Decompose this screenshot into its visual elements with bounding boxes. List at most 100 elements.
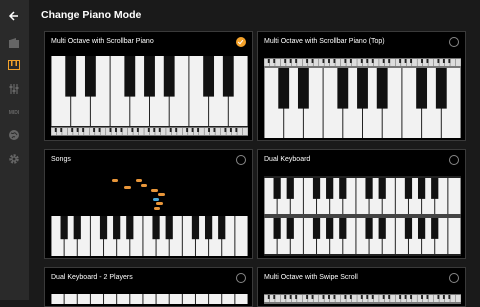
black-key (165, 216, 173, 240)
black-key (203, 56, 215, 97)
scrollbar-key (455, 59, 461, 66)
mode-label: Dual Keyboard - 2 Players (51, 274, 133, 281)
black-key (365, 218, 373, 239)
falling-notes (112, 179, 165, 210)
scrollbar-key (313, 295, 319, 302)
mode-label: Multi Octave with Scrollbar Piano (Top) (264, 38, 385, 45)
white-key (209, 294, 222, 304)
white-key (182, 294, 195, 304)
sliders-icon[interactable] (7, 82, 21, 96)
white-key (77, 294, 90, 304)
black-key (378, 218, 386, 239)
black-key (376, 68, 388, 109)
black-key (144, 56, 155, 97)
scrollbar-key (455, 295, 461, 302)
black-key (286, 218, 294, 239)
black-key (404, 178, 413, 199)
white-key (448, 218, 461, 254)
black-key (60, 216, 68, 240)
scrollbar-key (215, 128, 221, 135)
scrollbar-key (100, 128, 106, 135)
record-icon[interactable] (7, 36, 21, 50)
mode-label: Dual Keyboard (264, 156, 311, 163)
black-key (297, 68, 309, 109)
note (153, 198, 159, 201)
black-key (435, 68, 447, 109)
scrollbar-key (390, 295, 396, 302)
black-key (99, 216, 108, 240)
white-key (156, 294, 169, 304)
black-key (218, 216, 226, 240)
scrollbar-key (373, 295, 379, 302)
mode-card-dual-keyboard-2-players[interactable]: Dual Keyboard - 2 Players (44, 267, 253, 307)
note (141, 184, 147, 187)
piano-preview (264, 176, 461, 256)
scrollbar-key (242, 128, 248, 135)
scrollbar-key (84, 128, 89, 135)
black-key (126, 216, 134, 240)
scrollbar-key (122, 128, 128, 135)
globe-icon[interactable] (7, 128, 21, 142)
scrollbar-key (335, 59, 341, 66)
black-key (163, 56, 175, 97)
mode-radio[interactable] (236, 155, 246, 165)
black-key (278, 68, 290, 109)
black-key (312, 218, 321, 239)
white-key (222, 294, 235, 304)
mode-radio[interactable] (449, 155, 459, 165)
black-key (431, 218, 439, 239)
black-key (204, 216, 213, 240)
white-key (143, 294, 156, 304)
mode-card-multi-octave-scrollbar-top[interactable]: Multi Octave with Scrollbar Piano (Top) (257, 31, 466, 141)
note (151, 189, 158, 192)
mode-card-multi-octave-scrollbar[interactable]: Multi Octave with Scrollbar Piano (44, 31, 253, 141)
mode-card-songs[interactable]: Songs (44, 149, 253, 259)
black-key (326, 218, 334, 239)
note (154, 207, 160, 210)
black-key (339, 218, 347, 239)
songs-preview (51, 179, 248, 256)
white-key (169, 294, 182, 304)
black-key (404, 218, 413, 239)
mode-radio[interactable] (236, 273, 246, 283)
mode-label: Songs (51, 156, 71, 163)
scrollbar-key (390, 59, 396, 66)
scrollbar-key (412, 295, 417, 302)
scrollbar-key (297, 295, 302, 302)
white-key (448, 178, 461, 214)
black-key (378, 178, 386, 199)
gear-icon[interactable] (7, 152, 21, 166)
mode-radio[interactable] (449, 273, 459, 283)
midi-icon[interactable]: MIDI (7, 106, 21, 120)
black-key (222, 56, 234, 97)
piano-preview (51, 294, 248, 304)
mode-card-dual-keyboard[interactable]: Dual Keyboard (257, 149, 466, 259)
note (112, 179, 118, 182)
black-key (191, 216, 200, 240)
scrollbar-key (373, 59, 379, 66)
back-arrow-icon[interactable] (7, 9, 21, 23)
white-key (235, 216, 248, 256)
black-key (113, 216, 121, 240)
mode-card-multi-octave-swipe[interactable]: Multi Octave with Swipe Scroll (257, 267, 466, 307)
black-key (417, 218, 426, 239)
note (156, 202, 163, 205)
black-key (152, 216, 160, 240)
scrollbar-key (275, 59, 281, 66)
black-key (84, 56, 96, 97)
scrollbar-key (297, 59, 302, 66)
midi-label: MIDI (8, 110, 20, 116)
white-key (104, 294, 117, 304)
piano-preview (264, 58, 461, 138)
white-key (90, 294, 104, 304)
selected-check-icon[interactable] (236, 37, 246, 47)
note (158, 193, 165, 196)
scrollbar-key (275, 295, 281, 302)
mode-radio[interactable] (449, 37, 459, 47)
piano-preview (264, 294, 461, 304)
scrollbar-key (160, 128, 166, 135)
black-key (417, 178, 426, 199)
scrollbar-key (138, 128, 144, 135)
piano-mode-icon[interactable] (7, 58, 21, 72)
note (124, 186, 131, 189)
